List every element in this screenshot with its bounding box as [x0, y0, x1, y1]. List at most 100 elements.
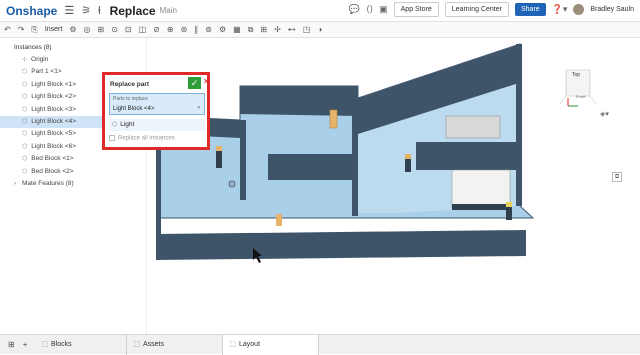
wall-segment — [516, 44, 522, 206]
app-store-icon[interactable]: ▣ — [379, 4, 388, 15]
view-cube-edge — [589, 95, 597, 105]
replacement-part-field[interactable]: ⬡ Light — [109, 119, 205, 131]
avatar[interactable] — [573, 4, 585, 15]
view-cube-top-label: Top — [572, 72, 581, 78]
part-studio-icon: ⬚ — [133, 340, 140, 348]
part-icon: ⬡ — [22, 118, 28, 125]
help-icon[interactable]: ❓▾ — [552, 4, 568, 15]
app-store-button[interactable]: App Store — [393, 2, 439, 17]
redo-icon[interactable]: ↷ — [18, 25, 25, 34]
part-icon: ⬡ — [112, 122, 118, 128]
pin-slot-mate-icon[interactable]: ⊕ — [167, 25, 174, 34]
replace-part-dialog: Replace part ✓ ✕ Parts to replace Light … — [102, 72, 210, 150]
tab-assets[interactable]: ⬚ Assets — [127, 334, 224, 355]
revolute-mate-icon[interactable]: ⊙ — [111, 25, 118, 34]
part-icon: ⬡ — [22, 69, 28, 76]
checkbox-icon[interactable] — [109, 135, 115, 141]
assembly-icon: ⬚ — [229, 340, 236, 348]
instance-bed-block-2[interactable]: ⬡ Bed Block <2> — [0, 166, 146, 178]
origin-icon: ⊹ — [22, 57, 28, 63]
onshape-logo[interactable]: Onshape — [6, 4, 57, 18]
part-studio-icon: ⬚ — [41, 340, 48, 348]
ball-mate-icon[interactable]: ⊛ — [181, 25, 188, 34]
planar-mate-icon[interactable]: ◫ — [139, 25, 147, 34]
replicate-icon[interactable]: ⧉ — [248, 25, 254, 35]
branch-name[interactable]: Main — [160, 6, 177, 15]
light-block[interactable] — [405, 154, 411, 159]
tab-bar: ⊞ + ⬚ Blocks ⬚ Assets ⬚ Layout — [0, 334, 640, 355]
part-icon: ⬡ — [22, 168, 28, 175]
username[interactable]: Bradley Sauln — [590, 6, 634, 13]
measure-icon[interactable]: ⊷ — [288, 25, 296, 34]
light-block-selected[interactable] — [329, 109, 338, 129]
insert-icon[interactable]: ⎘ — [31, 25, 37, 35]
wall-segment — [156, 230, 526, 260]
toolbar: ↶ ↷ ⎘ Insert ⚙ ◎ ⊞ ⊙ ⊡ ◫ ⊘ ⊕ ⊛ ∥ ⊚ ⚙ ▦ ⧉… — [0, 22, 640, 38]
view-cube[interactable]: Top Front — [556, 60, 600, 112]
insert-button[interactable]: Insert — [45, 26, 63, 33]
chevron-right-icon: › — [14, 180, 16, 187]
settings-icon[interactable]: ⚙ — [69, 25, 76, 34]
tab-manager-icon[interactable]: ⊞ — [8, 340, 15, 349]
confirm-check-icon[interactable]: ✓ — [188, 77, 201, 89]
fastened-mate-icon[interactable]: ⊞ — [97, 25, 104, 34]
dialog-title: Replace part — [110, 81, 150, 88]
tangent-mate-icon[interactable]: ⊚ — [205, 25, 212, 34]
add-tab-icon[interactable]: + — [23, 340, 28, 349]
bed-block[interactable] — [451, 169, 511, 209]
cylindrical-mate-icon[interactable]: ⊘ — [153, 25, 160, 34]
tab-layout[interactable]: ⬚ Layout — [223, 334, 320, 355]
close-icon[interactable]: ✕ — [203, 77, 210, 86]
view-options-icon[interactable]: ◈▾ — [600, 110, 609, 118]
gear-relation-icon[interactable]: ⚙ — [219, 25, 226, 34]
light-block[interactable] — [216, 146, 222, 151]
parts-to-replace-value: Light Block <4> — [113, 106, 155, 112]
pattern-icon[interactable]: ⊞ — [260, 25, 267, 34]
instance-bed-block-1[interactable]: ⬡ Bed Block <1> — [0, 153, 146, 165]
render-mode-icon[interactable]: ⧉ — [612, 172, 622, 182]
appearance-icon[interactable]: ◑ — [317, 25, 322, 34]
part-icon: ⬡ — [22, 94, 28, 101]
parts-to-replace-label: Parts to replace — [113, 96, 149, 102]
variables-icon[interactable]: ⱡ — [98, 5, 100, 17]
part-icon: ⬡ — [22, 81, 28, 88]
group-icon[interactable]: ▦ — [233, 25, 241, 34]
section-view-icon[interactable]: ◳ — [303, 25, 311, 34]
parts-to-replace-field[interactable]: Parts to replace Light Block <4> ✕ — [109, 93, 205, 115]
wall-segment — [268, 154, 354, 180]
document-title[interactable]: Replace — [110, 4, 156, 18]
part-icon: ⬡ — [22, 106, 28, 113]
learning-center-button[interactable]: Learning Center — [444, 2, 509, 17]
wall-segment — [416, 142, 520, 170]
share-button[interactable]: Share — [514, 3, 546, 16]
top-right-controls: 💬 ⟨⟩ ▣ App Store Learning Center Share ❓… — [349, 2, 634, 17]
parallel-mate-icon[interactable]: ∥ — [194, 25, 198, 34]
bed-block[interactable] — [445, 115, 501, 139]
mate-features-folder[interactable]: › Mate Features (8) — [0, 178, 146, 190]
clear-selection-icon[interactable]: ✕ — [197, 105, 201, 111]
instance-origin[interactable]: ⊹ Origin — [0, 54, 146, 66]
undo-icon[interactable]: ↶ — [4, 25, 11, 34]
replace-all-instances-checkbox[interactable]: Replace all instances — [109, 135, 175, 142]
light-block[interactable] — [276, 214, 282, 226]
bed-block — [452, 204, 510, 210]
view-cube-front-label: Front — [576, 94, 586, 99]
comments-icon[interactable]: 💬 — [349, 4, 360, 15]
tab-blocks[interactable]: ⬚ Blocks — [35, 334, 128, 355]
wall-segment — [352, 86, 358, 216]
mate-connector-icon[interactable]: ◎ — [84, 25, 91, 34]
feature-list-icon[interactable]: ⚞ — [81, 4, 91, 17]
graphics-area[interactable]: Top Front ◈▾ ⧉ — [148, 38, 640, 334]
slider-mate-icon[interactable]: ⊡ — [125, 25, 132, 34]
explode-icon[interactable]: ✢ — [274, 25, 281, 34]
part-icon: ⬡ — [22, 143, 28, 150]
hamburger-icon[interactable]: ☰ — [64, 4, 74, 17]
instances-heading[interactable]: Instances (8) — [0, 38, 146, 51]
light-block[interactable] — [506, 202, 512, 207]
part-icon: ⬡ — [22, 131, 28, 138]
view-cube-graphic[interactable] — [556, 60, 600, 112]
part-icon: ⬡ — [22, 156, 28, 163]
top-bar: Onshape ☰ ⚞ ⱡ Replace Main 💬 ⟨⟩ ▣ App St… — [0, 0, 640, 22]
view-cube-edge — [559, 95, 567, 105]
versions-icon[interactable]: ⟨⟩ — [366, 4, 373, 15]
